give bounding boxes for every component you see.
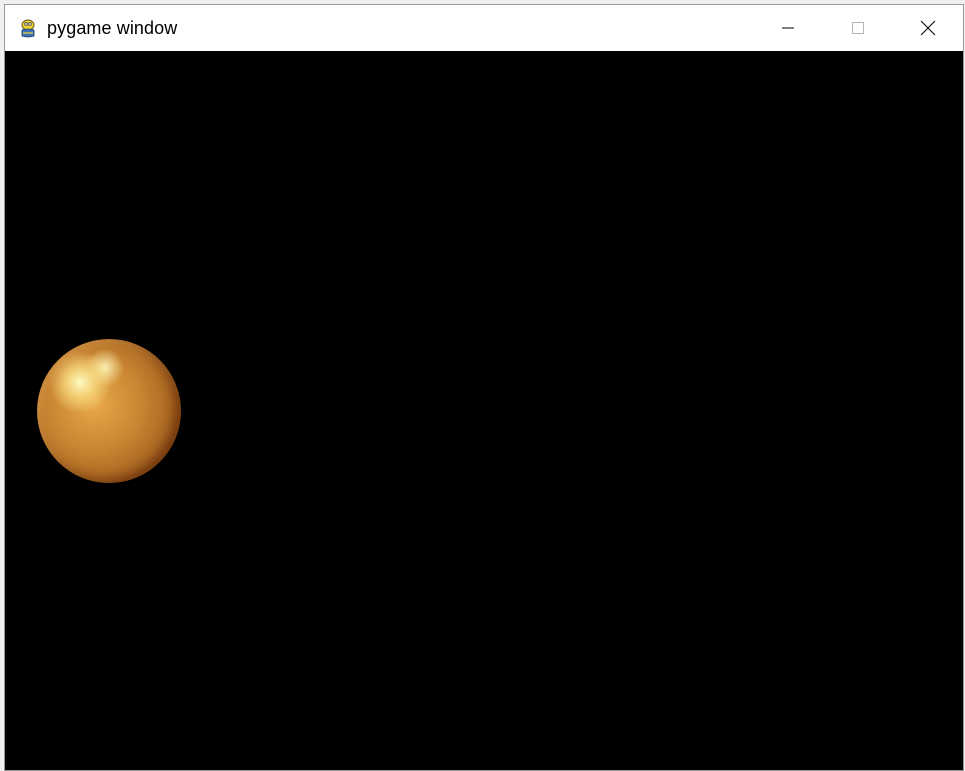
window-controls [753,5,963,51]
minimize-button[interactable] [753,5,823,51]
close-button[interactable] [893,5,963,51]
maximize-icon [852,22,864,34]
title-bar[interactable]: pygame window [5,5,963,51]
pygame-snake-icon [17,17,39,39]
close-icon [920,20,936,36]
game-canvas[interactable] [5,51,963,770]
pygame-window[interactable]: pygame window [4,4,964,771]
maximize-button[interactable] [823,5,893,51]
minimize-icon [782,27,794,29]
golden-ball-sprite [37,339,181,483]
window-title: pygame window [47,17,178,38]
